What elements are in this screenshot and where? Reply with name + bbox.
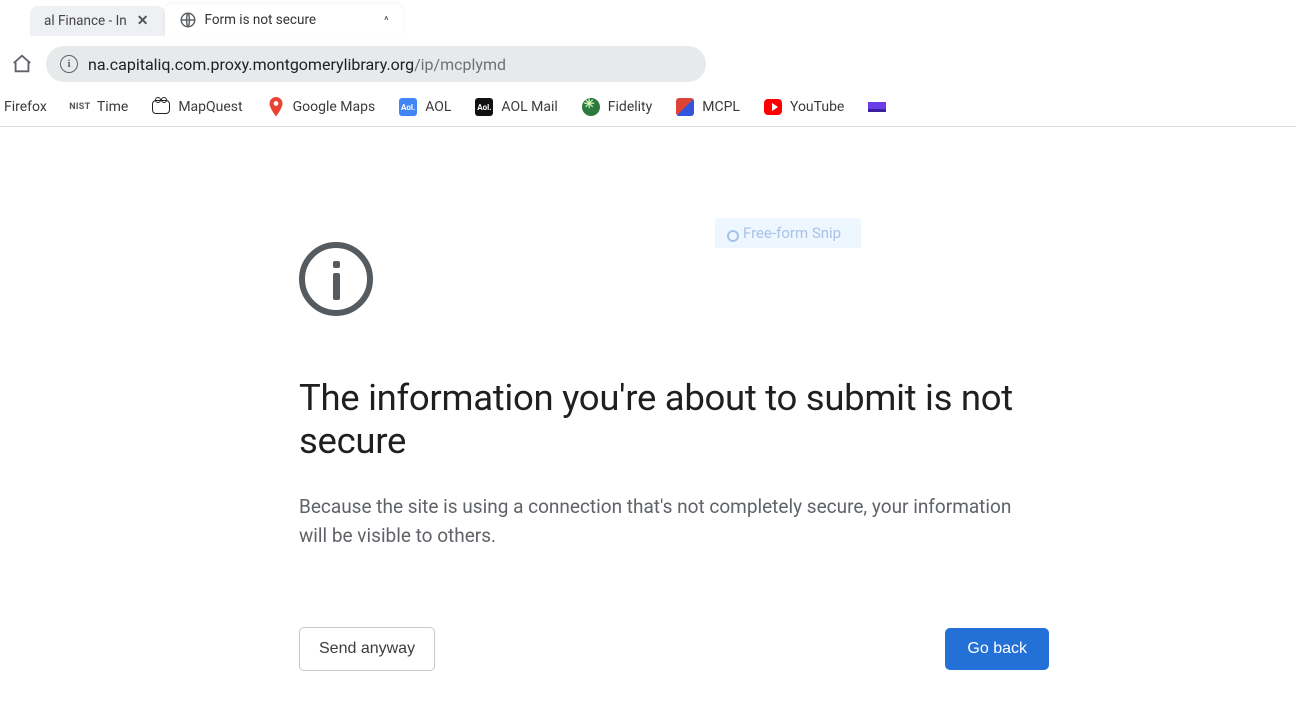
bookmark-label: AOL — [425, 99, 451, 115]
bookmark-label: Fidelity — [608, 99, 652, 115]
url-path: /ip/mcplymd — [414, 55, 506, 74]
bookmark-fidelity[interactable]: Fidelity — [582, 98, 652, 116]
bookmark-youtube[interactable]: YouTube — [764, 98, 844, 116]
insecure-form-interstitial: The information you're about to submit i… — [299, 242, 1049, 671]
tab-title: Form is not secure — [205, 12, 317, 28]
tab-active[interactable]: Form is not secure ^ — [165, 4, 403, 36]
url-host: na.capitaliq.com.proxy.montgomerylibrary… — [88, 55, 414, 74]
nist-icon: NIST — [71, 98, 89, 116]
bookmark-label: MCPL — [702, 99, 740, 115]
tab-inactive[interactable]: al Finance - In ✕ — [30, 6, 165, 36]
bookmark-time[interactable]: NIST Time — [71, 98, 128, 116]
bookmark-mapquest[interactable]: MapQuest — [152, 98, 242, 116]
go-back-button[interactable]: Go back — [945, 628, 1049, 670]
bookmark-googlemaps[interactable]: Google Maps — [267, 98, 376, 116]
tab-title: al Finance - In — [44, 13, 127, 29]
bookmark-label: Google Maps — [293, 99, 376, 115]
info-icon — [299, 242, 373, 316]
snip-label-text: Free-form Snip — [743, 224, 841, 242]
bookmarks-bar: Firefox NIST Time MapQuest Google Maps A… — [0, 90, 1296, 127]
aol-mail-icon: Aol. — [475, 98, 493, 116]
address-bar-row: i na.capitaliq.com.proxy.montgomerylibra… — [0, 36, 1296, 90]
snip-mode-label: Free-form Snip — [715, 218, 861, 248]
bookmark-mcpl[interactable]: MCPL — [676, 98, 740, 116]
chevron-up-icon[interactable]: ^ — [384, 14, 389, 27]
interstitial-body: Because the site is using a connection t… — [299, 492, 1029, 551]
interstitial-headline: The information you're about to submit i… — [299, 376, 1049, 462]
button-row: Send anyway Go back — [299, 627, 1049, 671]
unknown-icon — [868, 98, 886, 116]
send-anyway-button[interactable]: Send anyway — [299, 627, 435, 671]
globe-icon — [179, 11, 197, 29]
bookmark-unknown[interactable] — [868, 98, 886, 116]
bookmark-aol[interactable]: Aol. AOL — [399, 98, 451, 116]
fidelity-icon — [582, 98, 600, 116]
youtube-icon — [764, 98, 782, 116]
site-info-icon[interactable]: i — [60, 55, 78, 73]
aol-icon: Aol. — [399, 98, 417, 116]
mapquest-icon — [152, 98, 170, 116]
bookmark-label: Firefox — [4, 99, 47, 115]
tab-strip: al Finance - In ✕ Form is not secure ^ — [0, 0, 1296, 36]
close-icon[interactable]: ✕ — [135, 13, 151, 29]
bookmark-label: Time — [97, 99, 128, 115]
home-button[interactable] — [10, 52, 34, 76]
bookmark-firefox[interactable]: Firefox — [4, 99, 47, 115]
bookmark-label: YouTube — [790, 99, 844, 115]
google-maps-icon — [267, 98, 285, 116]
address-bar[interactable]: i na.capitaliq.com.proxy.montgomerylibra… — [46, 46, 706, 82]
bookmark-label: AOL Mail — [501, 99, 557, 115]
bookmark-aolmail[interactable]: Aol. AOL Mail — [475, 98, 557, 116]
mcpl-icon — [676, 98, 694, 116]
bookmark-label: MapQuest — [178, 99, 242, 115]
